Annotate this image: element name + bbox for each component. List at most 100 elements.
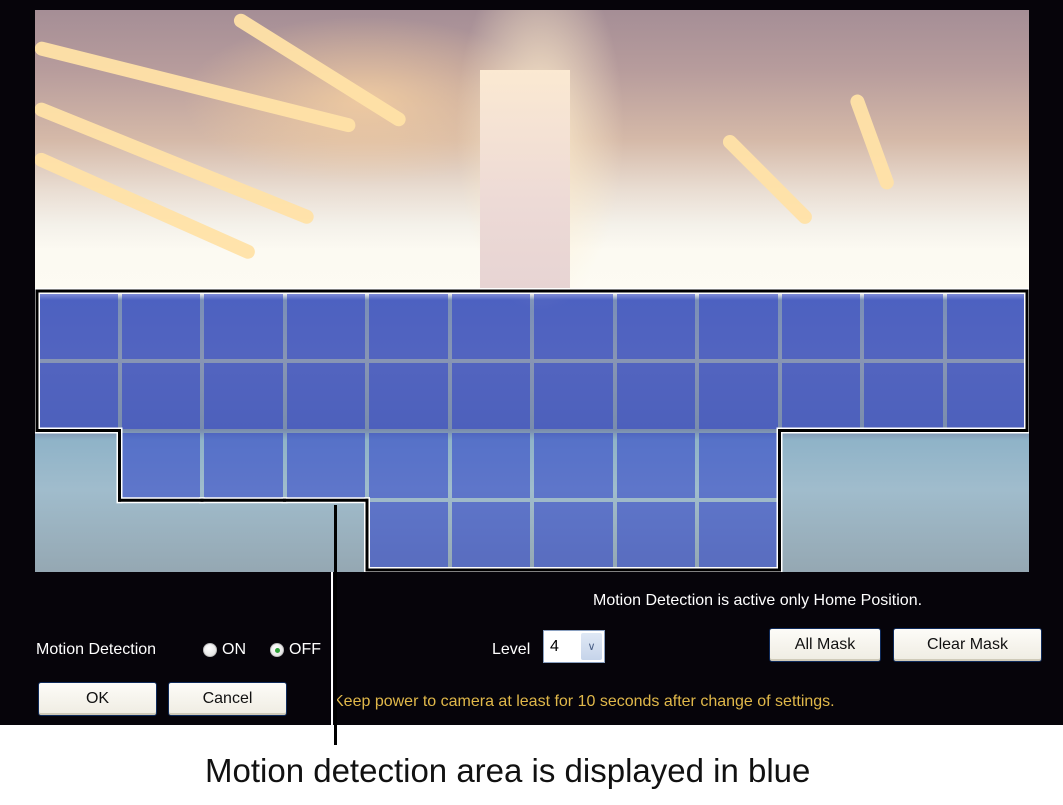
grid-cell-masked[interactable] [534, 362, 613, 429]
grid-cell[interactable] [947, 84, 1026, 150]
grid-cell[interactable] [287, 84, 366, 150]
grid-cell[interactable] [947, 154, 1026, 220]
grid-cell-masked[interactable] [946, 362, 1025, 429]
grid-cell[interactable] [864, 223, 943, 289]
grid-cell[interactable] [122, 154, 201, 220]
grid-cell[interactable] [39, 502, 118, 568]
grid-cell-masked[interactable] [39, 293, 118, 359]
grid-cell-masked[interactable] [204, 362, 283, 429]
grid-cell[interactable] [39, 14, 118, 80]
grid-cell[interactable] [617, 84, 696, 150]
grid-cell-masked[interactable] [204, 293, 283, 359]
grid-cell[interactable] [782, 433, 861, 499]
grid-cell-masked[interactable] [286, 293, 365, 359]
grid-cell-masked[interactable] [451, 293, 530, 359]
grid-cell-masked[interactable] [616, 362, 695, 429]
grid-cell[interactable] [699, 84, 778, 150]
grid-cell-masked[interactable] [781, 293, 860, 359]
motion-detection-on-label[interactable]: ON [222, 641, 246, 659]
grid-cell[interactable] [947, 502, 1026, 568]
mask-grid[interactable] [35, 10, 1029, 572]
grid-cell-masked[interactable] [286, 362, 365, 429]
grid-cell-masked[interactable] [534, 502, 613, 568]
grid-cell[interactable] [452, 14, 531, 80]
grid-cell[interactable] [39, 154, 118, 220]
motion-detection-on-radio[interactable] [203, 643, 217, 657]
grid-cell[interactable] [947, 14, 1026, 80]
grid-cell-masked[interactable] [864, 362, 943, 429]
grid-cell[interactable] [287, 223, 366, 289]
grid-cell[interactable] [122, 14, 201, 80]
grid-cell[interactable] [782, 154, 861, 220]
grid-cell[interactable] [287, 154, 366, 220]
chevron-down-icon[interactable]: ∨ [581, 633, 602, 660]
grid-cell-masked[interactable] [946, 293, 1025, 359]
grid-cell-masked[interactable] [369, 293, 448, 359]
grid-cell-masked[interactable] [39, 362, 118, 429]
grid-cell[interactable] [947, 223, 1026, 289]
motion-detection-off-label[interactable]: OFF [289, 641, 321, 659]
grid-cell-masked[interactable] [699, 293, 778, 359]
grid-cell[interactable] [864, 433, 943, 499]
grid-cell[interactable] [452, 223, 531, 289]
grid-cell[interactable] [452, 154, 531, 220]
grid-cell[interactable] [369, 154, 448, 220]
grid-cell[interactable] [947, 433, 1026, 499]
grid-cell[interactable] [204, 223, 283, 289]
grid-cell-masked[interactable] [369, 502, 448, 568]
grid-cell[interactable] [699, 223, 778, 289]
grid-cell-masked[interactable] [616, 432, 695, 499]
grid-cell[interactable] [782, 84, 861, 150]
grid-cell-masked[interactable] [699, 502, 778, 568]
grid-cell[interactable] [864, 14, 943, 80]
grid-cell[interactable] [452, 84, 531, 150]
grid-cell-masked[interactable] [451, 362, 530, 429]
grid-cell[interactable] [204, 154, 283, 220]
grid-cell-masked[interactable] [369, 362, 448, 429]
grid-cell[interactable] [782, 14, 861, 80]
cancel-button[interactable]: Cancel [168, 682, 287, 716]
level-select[interactable]: 4 ∨ [543, 630, 605, 663]
grid-cell-masked[interactable] [451, 432, 530, 499]
grid-cell[interactable] [617, 14, 696, 80]
grid-cell[interactable] [287, 502, 366, 568]
grid-cell[interactable] [204, 84, 283, 150]
grid-cell-masked[interactable] [699, 362, 778, 429]
grid-cell-masked[interactable] [534, 432, 613, 499]
grid-cell[interactable] [204, 14, 283, 80]
grid-cell[interactable] [39, 433, 118, 499]
grid-cell[interactable] [122, 84, 201, 150]
clear-mask-button[interactable]: Clear Mask [893, 628, 1042, 662]
grid-cell-masked[interactable] [121, 293, 200, 359]
grid-cell[interactable] [369, 14, 448, 80]
grid-cell[interactable] [534, 84, 613, 150]
grid-cell-masked[interactable] [204, 432, 283, 499]
grid-cell-masked[interactable] [864, 293, 943, 359]
grid-cell[interactable] [122, 502, 201, 568]
grid-cell[interactable] [534, 14, 613, 80]
grid-cell[interactable] [617, 154, 696, 220]
grid-cell[interactable] [782, 223, 861, 289]
grid-cell[interactable] [39, 84, 118, 150]
grid-cell[interactable] [122, 223, 201, 289]
ok-button[interactable]: OK [38, 682, 157, 716]
grid-cell-masked[interactable] [121, 362, 200, 429]
grid-cell[interactable] [617, 223, 696, 289]
grid-cell[interactable] [534, 223, 613, 289]
grid-cell[interactable] [699, 14, 778, 80]
grid-cell-masked[interactable] [451, 502, 530, 568]
grid-cell-masked[interactable] [616, 502, 695, 568]
grid-cell[interactable] [287, 14, 366, 80]
grid-cell[interactable] [864, 154, 943, 220]
grid-cell[interactable] [864, 502, 943, 568]
grid-cell-masked[interactable] [534, 293, 613, 359]
grid-cell-masked[interactable] [121, 432, 200, 499]
grid-cell-masked[interactable] [286, 432, 365, 499]
grid-cell[interactable] [204, 502, 283, 568]
grid-cell-masked[interactable] [699, 432, 778, 499]
grid-cell[interactable] [369, 84, 448, 150]
grid-cell[interactable] [864, 84, 943, 150]
grid-cell[interactable] [369, 223, 448, 289]
grid-cell[interactable] [39, 223, 118, 289]
motion-detection-off-radio[interactable] [270, 643, 284, 657]
